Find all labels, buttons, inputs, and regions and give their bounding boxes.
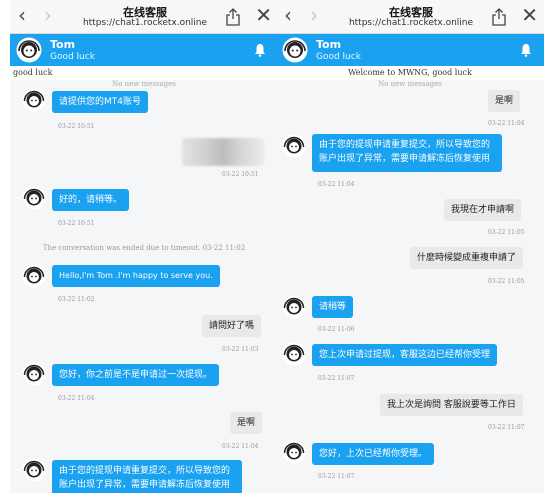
user-message-bubble: 我現在才申請啊 — [444, 199, 522, 221]
agent-avatar-icon — [22, 458, 46, 482]
no-new-messages-label: No new messages — [378, 80, 442, 88]
page-url[interactable]: https://chat1.rocketx.online — [70, 18, 220, 28]
agent-avatar-icon — [22, 362, 46, 386]
share-icon[interactable] — [226, 8, 240, 26]
system-notice: The conversation was ended due to timeou… — [42, 244, 246, 252]
message-timestamp: 03-22 11:04 — [488, 120, 525, 127]
agent-avatar-icon — [22, 264, 46, 288]
agent-message-bubble: 由于您的提现申请重复提交，所以导致您的账户出现了异常，需要申请解冻后恢复使用 — [52, 460, 242, 493]
share-icon[interactable] — [492, 8, 506, 26]
agent-message-bubble: 您上次申请过提现，客服这边已经帮你受理 — [312, 344, 498, 366]
agent-avatar-icon — [22, 88, 46, 112]
close-icon[interactable]: ✕ — [255, 5, 272, 25]
user-message-bubble: 什麼時候變成重複申請了 — [410, 247, 524, 269]
message-timestamp: 03-22 11:07 — [318, 473, 355, 480]
agent-message-bubble: 由于您的提现申请重复提交，所以导致您的账户出现了异常，需要申请解冻后恢复使用 — [312, 134, 502, 172]
no-new-messages-label: No new messages — [112, 80, 176, 88]
agent-message-bubble: 您好，你之前是不是申请过一次提现。 — [52, 364, 220, 386]
close-icon[interactable]: ✕ — [521, 5, 538, 25]
agent-name: Tom — [50, 38, 76, 51]
agent-message-bubble: 请稍等 — [312, 296, 354, 318]
user-message-bubble: 我上次是詢問 客服說要等工作日 — [380, 394, 523, 416]
back-arrow-icon[interactable]: ‹ — [18, 5, 26, 25]
message-timestamp: 03-22 11:04 — [58, 395, 95, 402]
back-arrow-icon[interactable]: ‹ — [284, 5, 292, 25]
welcome-message: good luck — [10, 66, 278, 80]
bell-icon[interactable] — [520, 43, 532, 57]
agent-message-bubble: Hello,I'm Tom .I'm happy to serve you. — [52, 265, 220, 287]
agent-avatar-icon — [282, 342, 306, 366]
agent-avatar-icon — [282, 295, 306, 319]
user-message-bubble: 是啊 — [488, 90, 521, 112]
chat-header: Tom Good luck — [10, 34, 278, 66]
agent-status: Good luck — [50, 52, 95, 62]
chat-screenshot-right: ‹ › 在线客服 https://chat1.rocketx.online ✕ … — [276, 0, 544, 493]
agent-avatar-icon — [282, 134, 306, 158]
message-timestamp: 03-22 11:05 — [488, 278, 525, 285]
agent-status: Good luck — [316, 52, 361, 62]
agent-message-bubble: 好的，请稍等。 — [52, 189, 130, 211]
agent-message-bubble: 您好，上次已经帮你受理。 — [312, 443, 435, 465]
agent-avatar-icon — [22, 186, 46, 210]
agent-avatar-icon — [282, 440, 306, 464]
message-timestamp: 03-22 10:51 — [58, 220, 95, 227]
message-timestamp: 03-22 11:07 — [488, 424, 525, 431]
bell-icon[interactable] — [254, 43, 266, 57]
forward-arrow-icon[interactable]: › — [44, 5, 52, 25]
welcome-message: Welcome to MWNG, good luck — [276, 66, 544, 80]
agent-avatar-icon — [16, 37, 42, 63]
browser-toolbar: ‹ › 在线客服 https://chat1.rocketx.online ✕ — [276, 0, 544, 34]
message-timestamp: 03-22 11:03 — [222, 346, 259, 353]
agent-avatar-icon — [282, 37, 308, 63]
user-message-bubble: 是啊 — [230, 412, 263, 434]
message-timestamp: 03-22 11:05 — [488, 229, 525, 236]
chat-screenshot-left: ‹ › 在线客服 https://chat1.rocketx.online ✕ … — [10, 0, 278, 493]
forward-arrow-icon[interactable]: › — [310, 5, 318, 25]
page-url[interactable]: https://chat1.rocketx.online — [336, 18, 486, 28]
blurred-image-message[interactable] — [182, 138, 264, 166]
agent-message-bubble: 请提供您的MT4账号 — [52, 91, 148, 113]
browser-toolbar: ‹ › 在线客服 https://chat1.rocketx.online ✕ — [10, 0, 278, 34]
message-timestamp: 03-22 11:04 — [222, 443, 259, 450]
chat-header: Tom Good luck — [276, 34, 544, 66]
message-timestamp: 03-22 11:02 — [58, 296, 95, 303]
message-timestamp: 03-22 11:06 — [318, 326, 355, 333]
agent-name: Tom — [316, 38, 342, 51]
message-timestamp: 03-22 10:51 — [222, 171, 259, 178]
message-timestamp: 03-22 10:51 — [58, 123, 95, 130]
user-message-bubble: 請問好了嗎 — [202, 315, 262, 337]
message-timestamp: 03-22 11:04 — [318, 181, 355, 188]
message-timestamp: 03-22 11:07 — [318, 375, 355, 382]
